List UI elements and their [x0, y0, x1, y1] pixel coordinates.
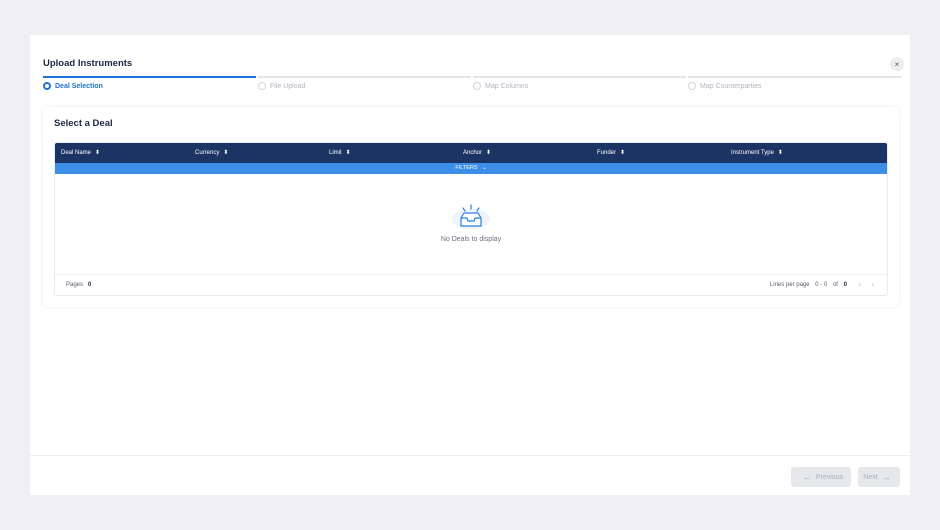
column-header-deal-name[interactable]: Deal Name ⬍ [61, 143, 100, 163]
stepper: Deal Selection File Upload Map Columns M… [43, 76, 901, 90]
range-value: 0 - 0 [815, 282, 828, 288]
total-value: 0 [843, 282, 847, 288]
close-icon: × [894, 59, 900, 69]
column-header-anchor[interactable]: Anchor ⬍ [463, 143, 491, 163]
next-button-label: Next [863, 473, 878, 481]
pages-label: Pages [66, 282, 84, 288]
select-deal-card: Select a Deal Deal Name ⬍ Currency ⬍ Limit… [43, 107, 899, 307]
column-label: Limit [329, 150, 342, 156]
column-label: Funder [597, 150, 617, 156]
column-label: Deal Name [61, 150, 92, 156]
card-title: Select a Deal [54, 118, 113, 129]
sort-icon: ⬍ [345, 150, 351, 156]
modal-title: Upload Instruments [43, 58, 133, 69]
column-header-limit[interactable]: Limit ⬍ [329, 143, 351, 163]
column-label: Currency [195, 150, 220, 156]
step-label: Deal Selection [55, 83, 103, 90]
filters-toggle[interactable]: FILTERS ⌄ [55, 163, 887, 174]
prev-page-icon[interactable]: ‹ [858, 280, 861, 289]
sort-icon: ⬍ [777, 150, 783, 156]
footer-divider [30, 455, 910, 456]
arrow-right-icon: → [881, 472, 891, 482]
sort-icon: ⬍ [486, 150, 492, 156]
step-radio-icon [258, 82, 266, 90]
previous-button-label: Previous [815, 473, 844, 481]
next-button[interactable]: Next → [858, 467, 900, 487]
step-label: File Upload [270, 83, 306, 90]
filters-label: FILTERS [455, 165, 478, 171]
step-progress-bar [258, 76, 471, 78]
empty-state-text: No Deals to display [440, 236, 502, 243]
next-page-icon[interactable]: › [871, 280, 874, 289]
pages-indicator: Pages 0 [66, 282, 91, 288]
lines-per-page-label: Lines per page [769, 282, 810, 288]
column-header-instrument-type[interactable]: Instrument Type ⬍ [731, 143, 783, 163]
table-header: Deal Name ⬍ Currency ⬍ Limit ⬍ Anchor ⬍ Fund… [55, 143, 887, 163]
step-map-columns[interactable]: Map Columns [473, 76, 686, 90]
close-button[interactable]: × [890, 57, 904, 71]
empty-inbox-icon [451, 203, 491, 238]
step-file-upload[interactable]: File Upload [258, 76, 471, 90]
column-header-currency[interactable]: Currency ⬍ [195, 143, 228, 163]
arrow-left-icon: ← [802, 472, 812, 482]
step-map-counterparties[interactable]: Map Counterparties [688, 76, 901, 90]
previous-button[interactable]: ← Previous [791, 467, 851, 487]
step-label: Map Counterparties [700, 83, 762, 90]
step-radio-icon [688, 82, 696, 90]
lines-per-page: Lines per page 0 - 0 of 0 [770, 282, 847, 288]
deals-table: Deal Name ⬍ Currency ⬍ Limit ⬍ Anchor ⬍ Fund… [54, 142, 888, 296]
step-progress-bar [43, 76, 256, 78]
chevron-down-icon: ⌄ [482, 165, 487, 171]
step-radio-icon [43, 82, 51, 90]
sort-icon: ⬍ [223, 150, 229, 156]
sort-icon: ⬍ [95, 150, 101, 156]
step-label: Map Columns [485, 83, 529, 90]
step-progress-bar [473, 76, 686, 78]
step-deal-selection[interactable]: Deal Selection [43, 76, 256, 90]
sort-icon: ⬍ [620, 150, 626, 156]
table-footer: Pages 0 Lines per page 0 - 0 of 0 ‹ › [55, 274, 887, 295]
column-label: Instrument Type [731, 150, 774, 156]
step-radio-icon [473, 82, 481, 90]
upload-instruments-modal: Upload Instruments × Deal Selection File… [30, 35, 910, 495]
of-label: of [832, 282, 838, 288]
column-header-funder[interactable]: Funder ⬍ [597, 143, 625, 163]
pages-value: 0 [88, 282, 92, 288]
step-progress-bar [688, 76, 901, 78]
column-label: Anchor [463, 150, 483, 156]
